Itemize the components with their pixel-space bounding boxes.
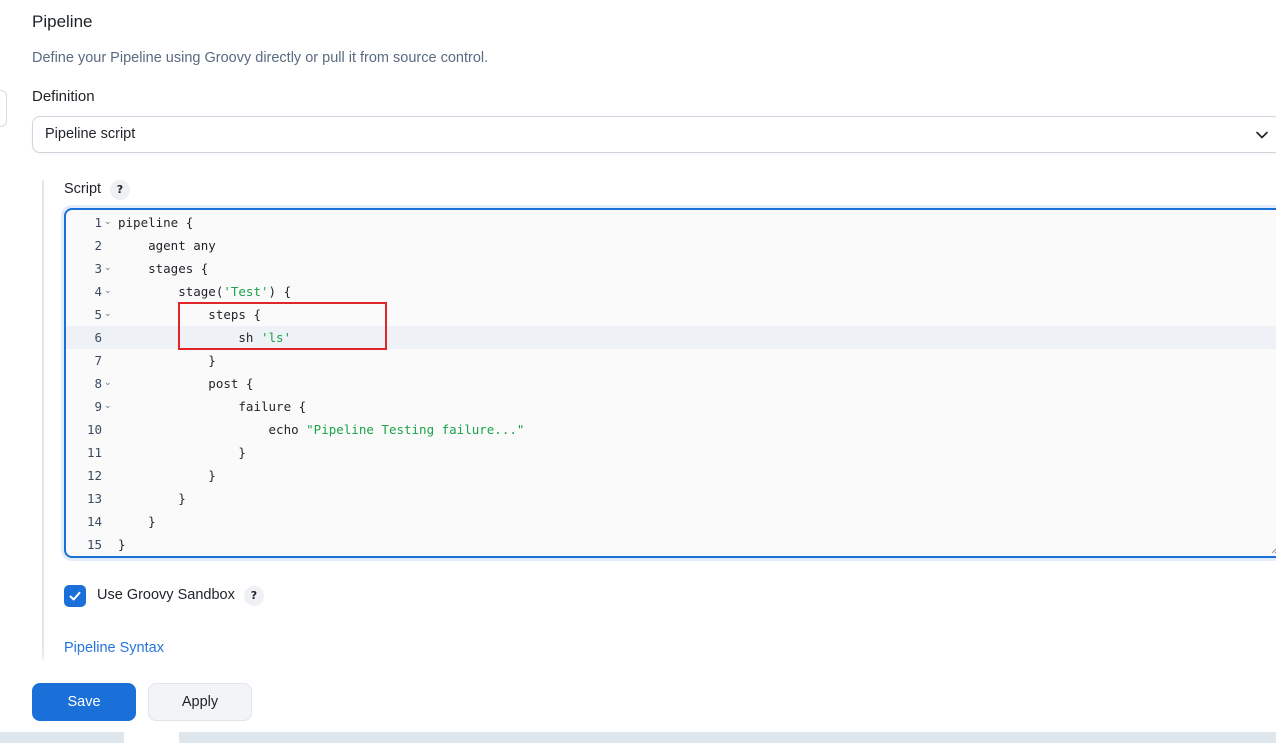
code-text: } [118,537,126,552]
code-string-literal: 'Test' [223,284,269,299]
sandbox-help-icon[interactable]: ? [244,586,264,606]
left-panel-edge [0,90,7,127]
code-text: sh 'ls' [118,326,291,349]
code-line[interactable]: 1 ⌄ pipeline { [66,211,1276,234]
fold-chevron-icon[interactable]: ⌄ [104,303,112,326]
code-token: sh [118,330,261,345]
code-text: steps { [118,307,261,322]
section-description: Define your Pipeline using Groovy direct… [32,50,489,66]
code-text: stages { [118,261,209,276]
code-line[interactable]: 2 agent any [66,234,1276,257]
definition-label: Definition [32,88,95,105]
line-number: 15 [86,537,102,552]
code-line[interactable]: 10 echo "Pipeline Testing failure..." [66,418,1276,441]
groovy-sandbox-checkbox[interactable] [64,585,86,607]
code-token: echo [118,422,307,437]
apply-button[interactable]: Apply [148,683,252,721]
pipeline-syntax-link[interactable]: Pipeline Syntax [64,640,164,656]
line-number: 5 [94,307,102,322]
form-footer: Save Apply [0,668,1276,732]
line-number: 10 [86,422,102,437]
line-number: 9 [94,399,102,414]
fold-chevron-icon[interactable]: ⌄ [104,280,112,303]
line-number: 2 [94,238,102,253]
fold-chevron-icon[interactable]: ⌄ [104,257,112,280]
code-text: failure { [118,399,307,414]
code-line[interactable]: 15} [66,533,1276,556]
line-number: 13 [86,491,102,506]
code-text: echo "Pipeline Testing failure..." [118,418,525,441]
code-text: pipeline { [118,215,194,230]
line-number: 8 [94,376,102,391]
bottom-bar [0,732,1276,743]
code-text: post { [118,376,254,391]
code-line[interactable]: 3 ⌄ stages { [66,257,1276,280]
line-number: 14 [86,514,102,529]
line-number: 3 [94,261,102,276]
code-string-literal: 'ls' [261,330,292,345]
line-number: 4 [94,284,102,299]
code-text: } [118,468,216,483]
fold-chevron-icon[interactable]: ⌄ [104,372,112,395]
code-line[interactable]: 8 ⌄ post { [66,372,1276,395]
code-line[interactable]: 7 } [66,349,1276,372]
code-token: ) { [268,284,292,299]
script-editor[interactable]: 1 ⌄ pipeline {2 agent any 3 ⌄ stages {4 ⌄ sta… [64,208,1276,558]
line-number: 12 [86,468,102,483]
code-line[interactable]: 13 } [66,487,1276,510]
code-text: } [118,491,186,506]
code-line[interactable]: 9 ⌄ failure { [66,395,1276,418]
groovy-sandbox-label[interactable]: Use Groovy Sandbox [97,587,235,603]
fold-chevron-icon[interactable]: ⌄ [104,395,112,418]
code-line[interactable]: 14 } [66,510,1276,533]
save-button[interactable]: Save [32,683,136,721]
checkmark-icon [69,591,81,601]
pipeline-config-page: Pipeline Define your Pipeline using Groo… [0,0,1276,743]
code-line[interactable]: 4 ⌄ stage('Test') { [66,280,1276,303]
bottom-bar-tab [124,732,179,743]
chevron-down-icon [1256,131,1268,139]
code-line[interactable]: 6 sh 'ls' [66,326,1276,349]
code-text: stage('Test') { [118,280,291,303]
script-label: Script [64,181,102,197]
code-string-literal: "Pipeline Testing failure..." [306,422,525,437]
line-number: 11 [86,445,102,460]
section-title: Pipeline [32,12,93,31]
code-line[interactable]: 11 } [66,441,1276,464]
code-line[interactable]: 12 } [66,464,1276,487]
nested-section-rule [42,180,44,660]
code-text: } [118,514,156,529]
code-text: agent any [118,238,216,253]
line-number: 1 [94,215,102,230]
code-text: } [118,353,216,368]
line-number: 7 [94,353,102,368]
definition-select-value: Pipeline script [45,126,136,142]
definition-select[interactable]: Pipeline script [32,116,1276,153]
script-help-icon[interactable]: ? [110,180,130,200]
code-token: stage( [118,284,224,299]
line-number: 6 [94,330,102,345]
code-line[interactable]: 5 ⌄ steps { [66,303,1276,326]
code-text: } [118,445,246,460]
fold-chevron-icon[interactable]: ⌄ [104,211,112,234]
